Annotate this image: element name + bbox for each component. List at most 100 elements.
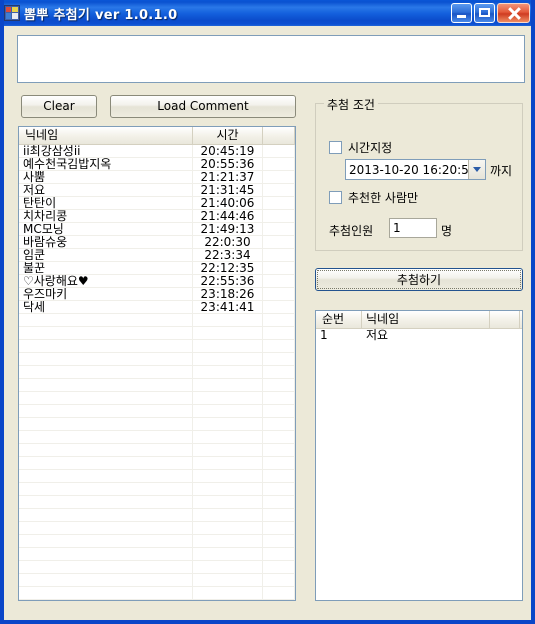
empty-cell: [193, 561, 263, 573]
application-window: 뽐뿌 추첨기 ver 1.0.1.0 Clear Load Comment 닉네…: [0, 0, 535, 624]
empty-cell: [193, 418, 263, 430]
chevron-down-icon[interactable]: [468, 160, 485, 179]
winner-extra: [490, 329, 520, 342]
recommended-only-checkbox[interactable]: [329, 191, 342, 204]
winners-list[interactable]: 순번 닉네임 1 저요: [315, 310, 523, 601]
table-row-empty[interactable]: [19, 587, 295, 600]
participant-nickname: 치차리콩: [19, 210, 193, 222]
table-row[interactable]: ♡사랑해요♥ 22:55:36: [19, 275, 295, 288]
participant-time: 21:44:46: [193, 210, 263, 222]
table-row[interactable]: 임쿤 22:3:34: [19, 249, 295, 262]
table-row-empty[interactable]: [19, 327, 295, 340]
draw-button[interactable]: 추첨하기: [315, 268, 523, 291]
maximize-button[interactable]: [474, 3, 495, 23]
table-row[interactable]: 사뿜 21:21:37: [19, 171, 295, 184]
column-header-time[interactable]: 시간: [193, 127, 263, 144]
table-row[interactable]: 저요 21:31:45: [19, 184, 295, 197]
empty-cell: [19, 587, 193, 599]
column-header-winner-extra[interactable]: [490, 311, 520, 328]
close-button[interactable]: [497, 3, 530, 23]
table-row-empty[interactable]: [19, 366, 295, 379]
empty-cell: [19, 470, 193, 482]
table-row-empty[interactable]: [19, 535, 295, 548]
empty-cell: [19, 431, 193, 443]
table-row-empty[interactable]: [19, 574, 295, 587]
empty-cell: [263, 522, 295, 534]
empty-cell: [263, 392, 295, 404]
participant-time: 21:49:13: [193, 223, 263, 235]
table-row-empty[interactable]: [19, 405, 295, 418]
table-row-empty[interactable]: [19, 379, 295, 392]
table-row[interactable]: 치차리콩 21:44:46: [19, 210, 295, 223]
table-row[interactable]: ii최강삼성ii 20:45:19: [19, 145, 295, 158]
empty-cell: [263, 353, 295, 365]
time-limit-checkbox[interactable]: [329, 141, 342, 154]
empty-cell: [263, 366, 295, 378]
winner-seq: 1: [320, 329, 328, 342]
empty-cell: [19, 353, 193, 365]
empty-cell: [19, 522, 193, 534]
empty-cell: [263, 418, 295, 430]
clear-button[interactable]: Clear: [21, 95, 97, 118]
table-row-empty[interactable]: [19, 548, 295, 561]
table-row-empty[interactable]: [19, 483, 295, 496]
table-row-empty[interactable]: [19, 431, 295, 444]
winner-count-input[interactable]: 1: [389, 218, 437, 238]
table-row-empty[interactable]: [19, 522, 295, 535]
table-row[interactable]: 예수천국김밥지옥 20:55:36: [19, 158, 295, 171]
table-row-empty[interactable]: [19, 418, 295, 431]
minimize-button[interactable]: [451, 3, 472, 23]
table-row-empty[interactable]: [19, 457, 295, 470]
table-row-empty[interactable]: [19, 340, 295, 353]
winner-row[interactable]: 1 저요: [316, 329, 522, 342]
table-row-empty[interactable]: [19, 392, 295, 405]
empty-cell: [193, 470, 263, 482]
participant-time: 22:12:35: [193, 262, 263, 274]
participant-extra: [263, 236, 295, 248]
time-limit-checkbox-row[interactable]: 시간지정: [329, 139, 392, 156]
table-row-empty[interactable]: [19, 509, 295, 522]
empty-cell: [193, 509, 263, 521]
participant-nickname: ♡사랑해요♥: [19, 275, 193, 287]
table-row[interactable]: 우즈마키 23:18:26: [19, 288, 295, 301]
column-header-seq[interactable]: 순번: [316, 311, 362, 328]
empty-cell: [19, 535, 193, 547]
empty-cell: [193, 379, 263, 391]
table-row[interactable]: MC모닝 21:49:13: [19, 223, 295, 236]
draw-button-label: 추첨하기: [317, 270, 521, 289]
table-row-empty[interactable]: [19, 353, 295, 366]
empty-cell: [193, 496, 263, 508]
table-row-empty[interactable]: [19, 496, 295, 509]
participant-nickname: 바람슈웅: [19, 236, 193, 248]
column-header-nickname[interactable]: 닉네임: [19, 127, 193, 144]
datetime-picker[interactable]: 2013-10-20 16:20:56: [345, 159, 486, 180]
table-row[interactable]: 바람슈웅 22:0:30: [19, 236, 295, 249]
participant-time: 21:40:06: [193, 197, 263, 209]
empty-cell: [193, 548, 263, 560]
table-row-empty[interactable]: [19, 314, 295, 327]
table-row-empty[interactable]: [19, 561, 295, 574]
table-row-empty[interactable]: [19, 444, 295, 457]
empty-cell: [263, 548, 295, 560]
participant-extra: [263, 197, 295, 209]
table-row[interactable]: 불꾼 22:12:35: [19, 262, 295, 275]
load-comment-button[interactable]: Load Comment: [110, 95, 296, 118]
column-header-extra[interactable]: [263, 127, 295, 144]
table-row[interactable]: 탄탄이 21:40:06: [19, 197, 295, 210]
comment-textarea[interactable]: [17, 35, 525, 83]
column-header-winner-nickname[interactable]: 닉네임: [362, 311, 490, 328]
datetime-suffix-label: 까지: [490, 164, 513, 178]
empty-cell: [19, 379, 193, 391]
participant-extra: [263, 210, 295, 222]
participant-time: 23:18:26: [193, 288, 263, 300]
datetime-picker-value: 2013-10-20 16:20:56: [349, 162, 468, 177]
table-row-empty[interactable]: [19, 470, 295, 483]
empty-cell: [193, 483, 263, 495]
table-row[interactable]: 닥세 23:41:41: [19, 301, 295, 314]
participant-nickname: 우즈마키: [19, 288, 193, 300]
empty-cell: [19, 340, 193, 352]
empty-cell: [19, 314, 193, 326]
participants-list[interactable]: 닉네임 시간 ii최강삼성ii 20:45:19 예수천국김밥지옥 20:55:36 사…: [18, 126, 296, 601]
recommended-only-checkbox-row[interactable]: 추천한 사람만: [329, 189, 418, 206]
participant-extra: [263, 184, 295, 196]
